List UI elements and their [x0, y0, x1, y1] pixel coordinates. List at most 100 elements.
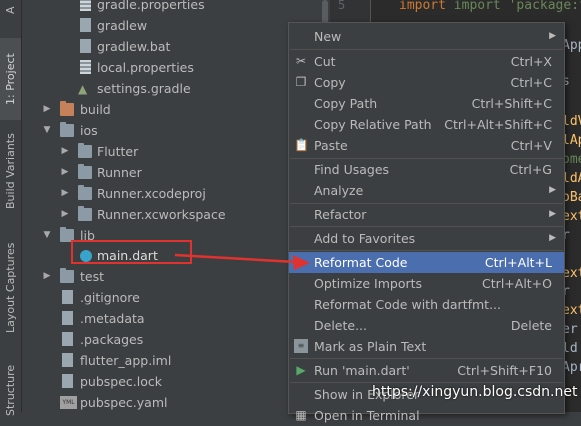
paste-icon: 📋 — [294, 138, 309, 152]
menu-item-label: Cut — [314, 54, 336, 69]
code-line: import import 'package:flut — [399, 0, 581, 13]
menu-item-label: Run 'main.dart' — [314, 363, 410, 378]
tab-build-variants[interactable]: Build Variants — [0, 132, 21, 210]
tree-item[interactable]: .metadata — [22, 308, 330, 329]
menu-item-label: Mark as Plain Text — [314, 339, 427, 354]
copy-icon: ❐ — [295, 75, 307, 89]
chevron-right-icon[interactable]: ▶ — [60, 183, 70, 204]
tab-layout-captures[interactable]: Layout Captures — [0, 243, 21, 333]
menu-item-label: Add to Favorites — [314, 231, 416, 246]
menu-separator — [290, 49, 563, 50]
chevron-down-icon[interactable]: ▼ — [42, 225, 52, 246]
tree-item-label: local.properties — [97, 60, 194, 75]
watermark-text: https://xingyun.blog.csdn.net — [372, 384, 578, 400]
menu-item-find-usages[interactable]: Find Usages Ctrl+G — [289, 159, 564, 180]
menu-separator — [290, 358, 563, 359]
tool-window-strip: A 1: Project Build Variants Layout Captu… — [0, 0, 22, 416]
menu-item-analyze[interactable]: Analyze ▶ — [289, 180, 564, 201]
menu-separator — [290, 250, 563, 251]
code-text: import 'package:flut — [453, 0, 581, 13]
menu-item-label: Paste — [314, 138, 348, 153]
tab-structure[interactable]: Structure — [0, 364, 21, 415]
folder-icon — [60, 101, 74, 116]
tree-item[interactable]: .packages — [22, 329, 330, 350]
menu-item-copy-relative-path[interactable]: Copy Relative Path Ctrl+Alt+Shift+C — [289, 114, 564, 135]
project-tree: gradle.properties gradlew gradlew.bat lo… — [22, 0, 330, 412]
tree-item-label: .metadata — [80, 311, 145, 326]
line-number: 5 — [338, 0, 346, 12]
file-icon — [80, 18, 91, 32]
menu-item-reformat-code[interactable]: Reformat Code Ctrl+Alt+L — [289, 252, 564, 273]
menu-item-run-main[interactable]: ▶ Run 'main.dart' Ctrl+Shift+F10 — [289, 360, 564, 381]
tree-item[interactable]: gradle.properties — [22, 0, 330, 15]
tree-item-label: .gitignore — [80, 290, 140, 305]
tree-item[interactable]: gradlew — [22, 15, 330, 36]
menu-item-add-to-favorites[interactable]: Add to Favorites ▶ — [289, 228, 564, 249]
menu-item-paste[interactable]: 📋 Paste Ctrl+V — [289, 135, 564, 156]
menu-item-shortcut: Ctrl+Shift+C — [471, 96, 552, 111]
folder-icon — [78, 164, 92, 179]
menu-item-label: Copy Path — [314, 96, 378, 111]
tree-item[interactable]: ▶ build — [22, 99, 330, 120]
chevron-right-icon[interactable]: ▶ — [42, 99, 52, 120]
menu-item-label: Find Usages — [314, 162, 390, 177]
menu-item-open-in-terminal[interactable]: ▦ Open in Terminal — [289, 405, 564, 426]
menu-item-refactor[interactable]: Refactor ▶ — [289, 204, 564, 225]
tree-item[interactable]: ▶ Runner.xcodeproj — [22, 183, 330, 204]
tree-item[interactable]: YML pubspec.yaml — [22, 392, 330, 413]
menu-item-label: Refactor — [314, 207, 367, 222]
tree-item-label: settings.gradle — [97, 81, 191, 96]
submenu-arrow-icon: ▶ — [549, 185, 556, 195]
tree-item[interactable]: ▶ test — [22, 266, 330, 287]
folder-icon — [78, 185, 92, 200]
gradle-icon: ▲ — [78, 82, 88, 96]
android-tab[interactable]: A — [0, 0, 21, 20]
submenu-arrow-icon: ▶ — [549, 233, 556, 243]
terminal-icon: ▦ — [295, 408, 307, 422]
menu-item-reformat-dartfmt[interactable]: Reformat Code with dartfmt... — [289, 294, 564, 315]
menu-item-optimize-imports[interactable]: Optimize Imports Ctrl+Alt+O — [289, 273, 564, 294]
tab-structure-label: Structure — [4, 364, 17, 416]
tree-item-label: gradle.properties — [97, 0, 205, 12]
chevron-right-icon[interactable]: ▶ — [60, 204, 70, 225]
menu-item-mark-plain-text[interactable]: ≡ Mark as Plain Text — [289, 336, 564, 357]
tab-project[interactable]: 1: Project — [0, 38, 21, 120]
menu-item-shortcut: Ctrl+X — [510, 54, 552, 69]
file-icon — [62, 290, 73, 304]
folder-icon — [78, 143, 92, 158]
chevron-right-icon[interactable]: ▶ — [60, 162, 70, 183]
menu-item-copy-path[interactable]: Copy Path Ctrl+Shift+C — [289, 93, 564, 114]
properties-file-icon — [80, 0, 91, 11]
chevron-right-icon[interactable]: ▶ — [60, 141, 70, 162]
tree-item[interactable]: flutter_app.iml — [22, 350, 330, 371]
tree-item[interactable]: pubspec.lock — [22, 371, 330, 392]
menu-item-new[interactable]: New ▶ — [289, 26, 564, 47]
tree-item-label: pubspec.lock — [80, 374, 163, 389]
tree-item-label: Runner.xcworkspace — [97, 207, 226, 222]
tree-item[interactable]: .gitignore — [22, 287, 330, 308]
submenu-arrow-icon: ▶ — [549, 31, 556, 41]
menu-separator — [290, 226, 563, 227]
yaml-file-icon: YML — [60, 396, 77, 409]
menu-item-cut[interactable]: ✂ Cut Ctrl+X — [289, 51, 564, 72]
tree-item-label: Runner — [97, 165, 142, 180]
tree-item[interactable]: ▼ ios — [22, 120, 330, 141]
chevron-down-icon[interactable]: ▼ — [42, 120, 52, 141]
tree-item[interactable]: ▶ Runner — [22, 162, 330, 183]
tree-item[interactable]: ▲ settings.gradle — [22, 78, 330, 99]
tree-item[interactable]: ▶ Runner.xcworkspace — [22, 204, 330, 225]
menu-item-delete[interactable]: Delete... Delete — [289, 315, 564, 336]
menu-item-copy[interactable]: ❐ Copy Ctrl+C — [289, 72, 564, 93]
folder-icon — [78, 206, 92, 221]
tree-item-label: flutter_app.iml — [80, 353, 172, 368]
menu-item-shortcut: Ctrl+Alt+L — [484, 255, 552, 270]
tree-item[interactable]: ▶ Flutter — [22, 141, 330, 162]
menu-separator — [290, 382, 563, 383]
tree-item[interactable]: gradlew.bat — [22, 36, 330, 57]
tree-item[interactable]: local.properties — [22, 57, 330, 78]
chevron-right-icon[interactable]: ▶ — [42, 266, 52, 287]
menu-item-shortcut: Ctrl+V — [510, 138, 552, 153]
tab-build-variants-label: Build Variants — [4, 133, 17, 209]
folder-icon — [60, 268, 74, 283]
tree-item-label: ios — [80, 123, 98, 138]
